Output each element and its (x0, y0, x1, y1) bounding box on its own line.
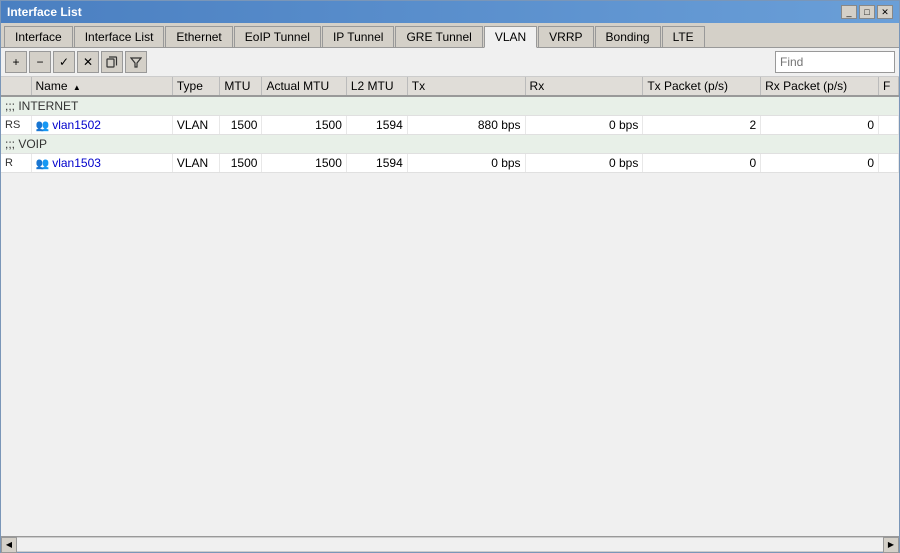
row-f (879, 116, 899, 135)
disable-button[interactable]: ✕ (77, 51, 99, 73)
scroll-track[interactable] (17, 537, 883, 552)
search-box (775, 51, 895, 73)
add-button[interactable]: + (5, 51, 27, 73)
window-content: Interface Interface List Ethernet EoIP T… (1, 23, 899, 552)
row-name[interactable]: 👥vlan1502 (31, 116, 172, 135)
row-rx-packet: 0 (761, 154, 879, 173)
tab-bar: Interface Interface List Ethernet EoIP T… (1, 23, 899, 48)
row-tx: 0 bps (407, 154, 525, 173)
tab-interface[interactable]: Interface (4, 26, 73, 47)
tab-eoip-tunnel[interactable]: EoIP Tunnel (234, 26, 321, 47)
window-title: Interface List (7, 5, 82, 19)
tab-ip-tunnel[interactable]: IP Tunnel (322, 26, 394, 47)
row-flags: RS (1, 116, 31, 135)
tab-vlan[interactable]: VLAN (484, 26, 537, 48)
row-mtu: 1500 (220, 116, 262, 135)
tab-interface-list[interactable]: Interface List (74, 26, 165, 47)
tab-bonding[interactable]: Bonding (595, 26, 661, 47)
col-tx[interactable]: Tx (407, 77, 525, 96)
title-bar: Interface List _ □ ✕ (1, 1, 899, 23)
row-flags: R (1, 154, 31, 173)
toolbar: + − ✓ ✕ (1, 48, 899, 77)
col-l2-mtu[interactable]: L2 MTU (346, 77, 407, 96)
tab-lte[interactable]: LTE (662, 26, 705, 47)
copy-button[interactable] (101, 51, 123, 73)
row-mtu: 1500 (220, 154, 262, 173)
enable-button[interactable]: ✓ (53, 51, 75, 73)
row-actual-mtu: 1500 (262, 154, 346, 173)
tab-vrrp[interactable]: VRRP (538, 26, 593, 47)
col-rx-packet[interactable]: Rx Packet (p/s) (761, 77, 879, 96)
col-flags (1, 77, 31, 96)
table-area: Name ▲ Type MTU Actual MTU L2 MTU Tx Rx … (1, 77, 899, 536)
row-type: VLAN (172, 116, 220, 135)
row-tx-packet: 2 (643, 116, 761, 135)
section-voip: ;;; VOIP (1, 135, 899, 154)
scroll-right-button[interactable]: ▶ (883, 537, 899, 553)
row-l2-mtu: 1594 (346, 154, 407, 173)
horizontal-scrollbar[interactable]: ◀ ▶ (1, 536, 899, 552)
minimize-button[interactable]: _ (841, 5, 857, 19)
row-rx: 0 bps (525, 154, 643, 173)
interface-table: Name ▲ Type MTU Actual MTU L2 MTU Tx Rx … (1, 77, 899, 173)
col-tx-packet[interactable]: Tx Packet (p/s) (643, 77, 761, 96)
row-rx: 0 bps (525, 116, 643, 135)
tab-ethernet[interactable]: Ethernet (165, 26, 232, 47)
col-name[interactable]: Name ▲ (31, 77, 172, 96)
scroll-left-button[interactable]: ◀ (1, 537, 17, 553)
col-f: F (879, 77, 899, 96)
window-controls: _ □ ✕ (841, 5, 893, 19)
section-internet-label: ;;; INTERNET (1, 96, 899, 116)
remove-button[interactable]: − (29, 51, 51, 73)
vlan-icon: 👥 (36, 158, 50, 170)
col-mtu[interactable]: MTU (220, 77, 262, 96)
row-tx: 880 bps (407, 116, 525, 135)
tab-gre-tunnel[interactable]: GRE Tunnel (395, 26, 482, 47)
row-rx-packet: 0 (761, 116, 879, 135)
vlan-icon: 👥 (36, 120, 50, 132)
close-button[interactable]: ✕ (877, 5, 893, 19)
row-l2-mtu: 1594 (346, 116, 407, 135)
row-f (879, 154, 899, 173)
search-input[interactable] (775, 51, 895, 73)
col-actual-mtu[interactable]: Actual MTU (262, 77, 346, 96)
row-actual-mtu: 1500 (262, 116, 346, 135)
row-name[interactable]: 👥vlan1503 (31, 154, 172, 173)
table-row: RS 👥vlan1502 VLAN 1500 1500 1594 880 bps… (1, 116, 899, 135)
row-tx-packet: 0 (643, 154, 761, 173)
section-voip-label: ;;; VOIP (1, 135, 899, 154)
row-type: VLAN (172, 154, 220, 173)
col-type[interactable]: Type (172, 77, 220, 96)
main-window: Interface List _ □ ✕ Interface Interface… (0, 0, 900, 553)
filter-button[interactable] (125, 51, 147, 73)
section-internet: ;;; INTERNET (1, 96, 899, 116)
col-rx[interactable]: Rx (525, 77, 643, 96)
table-row: R 👥vlan1503 VLAN 1500 1500 1594 0 bps 0 … (1, 154, 899, 173)
restore-button[interactable]: □ (859, 5, 875, 19)
